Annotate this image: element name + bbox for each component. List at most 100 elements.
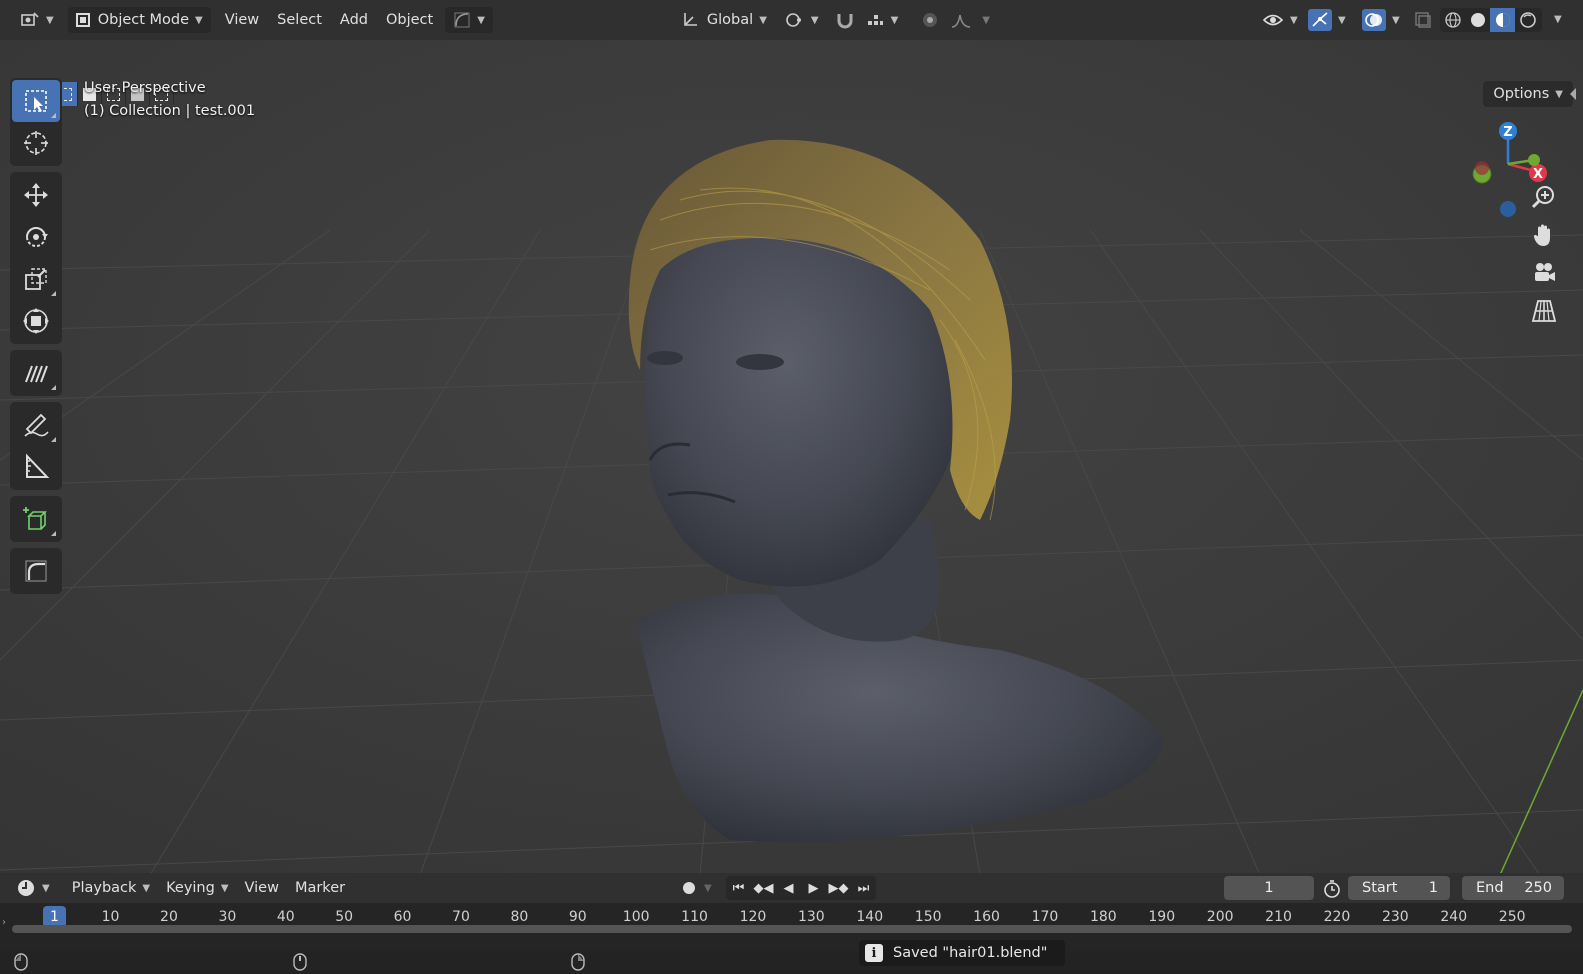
wireframe-sphere-icon	[1444, 12, 1461, 28]
gizmo-type-dropdown[interactable]: ▼	[445, 7, 493, 33]
menu-view[interactable]: View	[217, 7, 267, 33]
timeline-editor-type-button[interactable]: ▼	[8, 876, 58, 900]
camera-view-button[interactable]	[1524, 256, 1564, 290]
transform-orientation-dropdown[interactable]: Global ▼	[673, 7, 775, 33]
chevron-down-icon: ▼	[1555, 88, 1563, 100]
tool-group-transform	[10, 172, 62, 344]
viewport-header: ▼ Object Mode ▼ View Select Add Object ▼…	[0, 0, 1583, 40]
timeline-view-menu[interactable]: View	[237, 876, 287, 900]
timeline-ruler[interactable]: 1 10 20 30 40 50 60 70 80 90 100 110 120 130 140 150 16…	[0, 903, 1583, 951]
frame-tick: 80	[510, 909, 529, 925]
play-reverse-button[interactable]: ◀	[776, 876, 801, 900]
frame-tick: 180	[1089, 909, 1117, 925]
menu-select[interactable]: Select	[269, 7, 330, 33]
snap-target-dropdown[interactable]: ▼	[857, 7, 907, 33]
frame-tick: 200	[1206, 909, 1234, 925]
add-cube-tool[interactable]	[12, 498, 60, 540]
jump-end-icon: ⏭	[857, 880, 870, 896]
options-dropdown[interactable]: Options ▼	[1483, 81, 1573, 107]
editor-type-button[interactable]: ▼	[12, 7, 62, 33]
keyframe-back-icon: ◆◀	[753, 880, 774, 896]
3d-viewport[interactable]: Options ▼ User Perspective (1) Collectio…	[0, 40, 1583, 875]
sidebar-toggle-arrow[interactable]	[1570, 88, 1576, 100]
overlays-toggle[interactable]: ▼	[1354, 7, 1408, 33]
status-message-text: Saved "hair01.blend"	[893, 945, 1048, 961]
jump-to-keyframe-forward-button[interactable]: ▶◆	[826, 876, 851, 900]
playback-menu[interactable]: Playback ▼	[64, 876, 158, 900]
visibility-dropdown[interactable]: ▼	[1254, 7, 1306, 33]
pan-button[interactable]	[1524, 218, 1564, 252]
curve-tool[interactable]	[12, 550, 60, 592]
move-tool[interactable]	[12, 174, 60, 216]
frame-tick: 230	[1381, 909, 1409, 925]
scale-tool[interactable]	[12, 258, 60, 300]
xray-toggle[interactable]	[1406, 7, 1440, 33]
material-preview-button[interactable]	[1490, 8, 1515, 32]
frame-tick: 170	[1031, 909, 1059, 925]
gizmo-neg-z-axis[interactable]	[1500, 201, 1516, 217]
shading-mode-group	[1440, 8, 1542, 32]
frame-tick: 90	[568, 909, 587, 925]
camera-icon	[1535, 263, 1555, 281]
start-frame-field[interactable]: Start 1	[1348, 876, 1450, 900]
keyframe-forward-icon: ▶◆	[828, 880, 849, 896]
gizmo-icon	[1308, 9, 1332, 31]
pencil-icon	[24, 413, 49, 437]
jump-to-keyframe-back-button[interactable]: ◆◀	[751, 876, 776, 900]
magnet-icon	[837, 14, 853, 29]
start-value: 1	[1428, 880, 1438, 896]
frame-tick: 240	[1440, 909, 1468, 925]
annotate-tool[interactable]	[12, 404, 60, 446]
mouse-middle-icon	[293, 953, 307, 971]
ruler-left-arrow[interactable]: ›	[2, 917, 6, 928]
pivot-point-dropdown[interactable]: ▼	[777, 7, 827, 33]
play-button[interactable]: ▶	[801, 876, 826, 900]
jump-to-end-button[interactable]: ⏭	[851, 876, 876, 900]
tool-group-measure	[10, 402, 62, 490]
move-arrows-icon	[24, 183, 48, 207]
cursor-crosshair-icon	[24, 131, 48, 155]
mouse-left-icon	[14, 953, 28, 971]
auto-keying-toggle[interactable]: ▼	[672, 876, 720, 900]
select-box-tool[interactable]	[12, 80, 60, 122]
zoom-button[interactable]	[1524, 180, 1564, 214]
shading-options-chevron[interactable]: ▼	[1554, 14, 1562, 25]
play-icon: ▶	[808, 880, 819, 896]
perspective-toggle-button[interactable]	[1524, 294, 1564, 328]
wireframe-shading-button[interactable]	[1440, 11, 1465, 29]
current-frame-field[interactable]: 1	[1224, 876, 1314, 900]
mode-dropdown[interactable]: Object Mode ▼	[67, 7, 211, 33]
menu-add[interactable]: Add	[332, 7, 376, 33]
comb-hair-tool[interactable]	[12, 352, 60, 394]
frame-tick: 60	[393, 909, 412, 925]
frame-tick: 40	[276, 909, 295, 925]
measure-tool[interactable]	[12, 446, 60, 488]
marker-menu[interactable]: Marker	[287, 876, 353, 900]
proportional-falloff-dropdown[interactable]: ▼	[942, 7, 998, 33]
cursor-tool[interactable]	[12, 122, 60, 164]
timeline-scrollbar[interactable]	[12, 925, 1572, 933]
ruler-icon	[26, 453, 50, 478]
tool-group-add	[10, 496, 62, 542]
status-message: i Saved "hair01.blend"	[859, 940, 1066, 966]
eye-icon	[1262, 14, 1284, 26]
preview-range-toggle[interactable]	[1322, 879, 1342, 903]
overlays-icon	[1362, 9, 1386, 31]
frame-tick: 20	[160, 909, 178, 925]
menu-object[interactable]: Object	[378, 7, 441, 33]
end-frame-field[interactable]: End 250	[1462, 876, 1564, 900]
end-label: End	[1476, 880, 1504, 896]
tool-expand-corner	[51, 291, 56, 296]
rendered-shading-button[interactable]	[1515, 11, 1540, 29]
perspective-label: User Perspective	[84, 80, 206, 96]
transform-tool[interactable]	[12, 300, 60, 342]
playback-controls: ⏮ ◆◀ ◀ ▶ ▶◆ ⏭	[726, 876, 876, 900]
tool-expand-corner	[51, 113, 56, 118]
keying-menu[interactable]: Keying ▼	[158, 876, 236, 900]
info-icon: i	[865, 944, 883, 962]
gizmos-toggle[interactable]: ▼	[1300, 7, 1354, 33]
curve-icon	[454, 12, 470, 28]
solid-shading-button[interactable]	[1465, 11, 1490, 29]
rotate-tool[interactable]	[12, 216, 60, 258]
jump-to-start-button[interactable]: ⏮	[726, 876, 751, 900]
